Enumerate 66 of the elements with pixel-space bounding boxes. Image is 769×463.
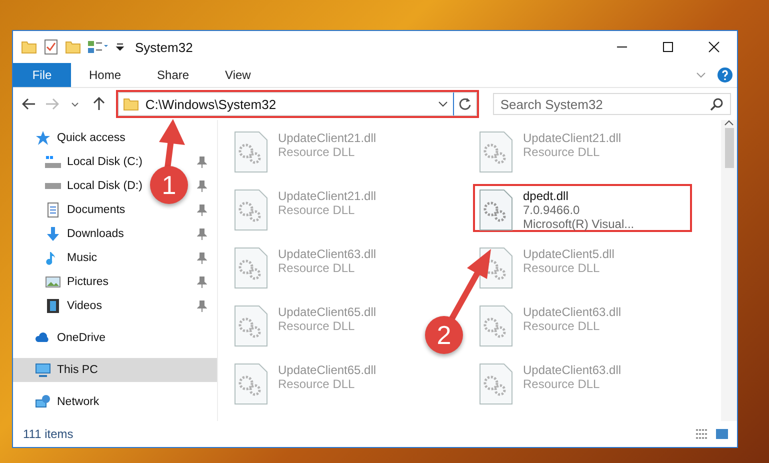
sidebar-item[interactable]: Local Disk (D:) — [45, 180, 142, 192]
chevron-down-icon — [71, 102, 80, 106]
file-gears-icon — [234, 189, 268, 231]
file-gears-icon — [234, 363, 268, 405]
monitor-icon — [35, 362, 51, 378]
file-menu-button[interactable]: File — [13, 63, 71, 87]
scrollbar-thumb[interactable] — [724, 128, 734, 168]
file-gears-icon — [234, 305, 268, 347]
pin-icon — [197, 228, 207, 240]
properties-icon — [87, 39, 109, 55]
sidebar-item[interactable]: Pictures — [45, 274, 109, 290]
minimize-icon — [616, 46, 628, 48]
pin-icon — [197, 204, 207, 216]
sidebar-item[interactable]: Network — [13, 390, 217, 414]
download-icon — [45, 226, 61, 242]
drive-icon — [45, 183, 61, 189]
pin-icon — [197, 276, 207, 288]
sidebar-item[interactable]: This PC — [13, 358, 217, 382]
file-gears-icon — [234, 247, 268, 289]
ribbon-tab[interactable]: Home — [71, 63, 140, 87]
up-arrow-icon — [92, 97, 105, 111]
search-icon — [710, 97, 724, 111]
item-count: 111 items — [23, 427, 74, 441]
star-icon — [35, 130, 51, 146]
checklist-icon — [43, 39, 59, 55]
help-icon — [717, 67, 733, 83]
file-gears-icon — [479, 363, 513, 405]
pin-icon — [197, 180, 207, 192]
chevron-up-icon — [724, 120, 734, 126]
picture-icon — [45, 274, 61, 290]
folder-icon — [21, 39, 37, 55]
details-view-icon — [695, 427, 709, 441]
sidebar-item[interactable]: Local Disk (C:) — [45, 156, 142, 168]
file-item[interactable]: dpedt.dll 7.0.9466.0 Microsoft(R) Visual... — [473, 184, 692, 232]
network-icon — [35, 394, 51, 410]
drive-icon — [45, 156, 61, 168]
pin-icon — [197, 156, 207, 168]
file-gears-icon — [479, 305, 513, 347]
scrollbar[interactable] — [721, 120, 737, 421]
refresh-icon — [458, 97, 472, 111]
sidebar-item[interactable]: Quick access — [13, 126, 217, 150]
folder-icon — [123, 96, 140, 112]
tiles-view-icon — [715, 427, 729, 441]
file-gears-icon — [479, 189, 513, 231]
window-title: System32 — [135, 40, 193, 54]
search-field[interactable]: Search System32 — [493, 93, 732, 115]
file-gears-icon — [234, 131, 268, 173]
pin-icon — [197, 300, 207, 312]
ribbon-tab[interactable]: Share — [139, 63, 208, 87]
close-icon — [708, 41, 720, 53]
back-arrow-icon — [22, 98, 36, 110]
address-field[interactable]: C:\Windows\System32 — [118, 92, 454, 116]
refresh-button[interactable] — [454, 92, 478, 116]
sidebar-item[interactable]: Downloads — [45, 226, 124, 242]
sidebar-item[interactable]: Music — [45, 250, 98, 266]
new-folder-icon — [65, 39, 81, 55]
film-icon — [45, 298, 61, 314]
sidebar-item[interactable]: Videos — [45, 298, 102, 314]
pin-icon — [197, 252, 207, 264]
sidebar-item[interactable]: OneDrive — [13, 326, 217, 350]
document-icon — [45, 202, 61, 218]
maximize-icon — [662, 41, 674, 53]
forward-arrow-icon — [44, 98, 59, 110]
sidebar-item[interactable]: Documents — [45, 202, 126, 218]
ribbon-tab[interactable]: View — [207, 63, 269, 87]
file-gears-icon — [479, 131, 513, 173]
